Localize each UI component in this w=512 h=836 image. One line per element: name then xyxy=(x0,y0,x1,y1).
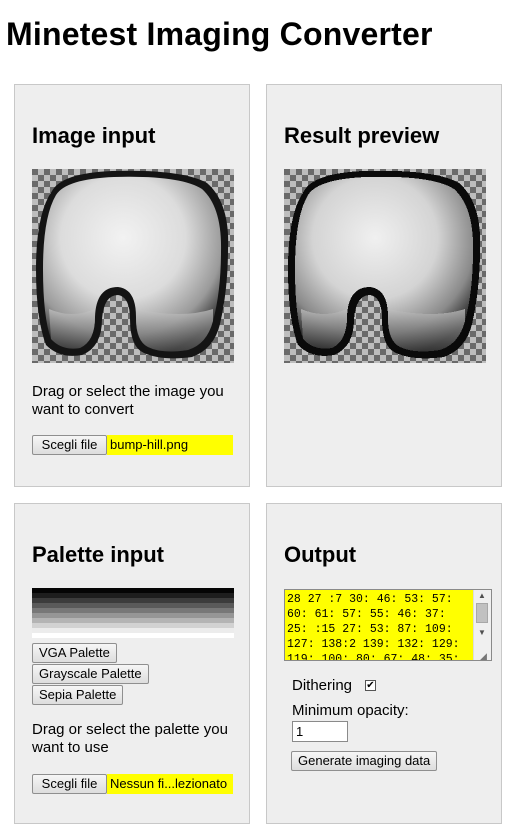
result-image-preview xyxy=(284,169,486,363)
minimum-opacity-input[interactable] xyxy=(292,721,348,742)
page-title: Minetest Imaging Converter xyxy=(6,16,433,52)
image-input-help: Drag or select the image you want to con… xyxy=(32,383,224,418)
hill-result-image xyxy=(288,170,481,359)
palette-swatch-strip xyxy=(32,588,234,638)
resize-grip-icon[interactable]: ◢ xyxy=(480,651,487,662)
output-data-textarea[interactable] xyxy=(284,589,492,661)
image-choose-file-button[interactable]: Scegli file xyxy=(32,435,107,455)
image-file-name: bump-hill.png xyxy=(107,435,233,455)
image-input-panel: Image input Drag or select the image you… xyxy=(14,84,250,487)
result-preview-heading: Result preview xyxy=(284,123,440,148)
scroll-thumb[interactable] xyxy=(476,603,488,623)
grayscale-palette-button[interactable]: Grayscale Palette xyxy=(32,664,149,684)
palette-input-help: Drag or select the palette you want to u… xyxy=(32,721,228,756)
palette-swatch xyxy=(32,633,234,638)
palette-input-panel: Palette input VGA Palette Grayscale Pale… xyxy=(14,503,250,824)
vga-palette-button[interactable]: VGA Palette xyxy=(32,643,117,663)
palette-choose-file-button[interactable]: Scegli file xyxy=(32,774,107,794)
minimum-opacity-label: Minimum opacity: xyxy=(292,702,409,719)
dithering-label: Dithering xyxy=(292,677,353,694)
scroll-down-icon[interactable]: ▼ xyxy=(478,628,486,637)
palette-file-name: Nessun fi...lezionato xyxy=(107,774,233,794)
hill-sprite-image xyxy=(36,170,229,359)
output-panel: Output ▲ ▼ ◢ Dithering ✔ Minimum opacity… xyxy=(266,503,502,824)
dithering-checkbox[interactable]: ✔ xyxy=(365,680,376,691)
image-file-picker[interactable]: Scegli file bump-hill.png xyxy=(32,435,233,455)
sepia-palette-button[interactable]: Sepia Palette xyxy=(32,685,124,705)
palette-file-picker[interactable]: Scegli file Nessun fi...lezionato xyxy=(32,774,233,794)
palette-input-heading: Palette input xyxy=(32,542,165,567)
generate-imaging-data-button[interactable]: Generate imaging data xyxy=(291,751,438,771)
output-heading: Output xyxy=(284,542,357,567)
input-image-preview xyxy=(32,169,234,363)
image-input-heading: Image input xyxy=(32,123,156,148)
result-preview-panel: Result preview xyxy=(266,84,502,487)
scroll-up-icon[interactable]: ▲ xyxy=(478,591,486,600)
output-scrollbar[interactable]: ▲ ▼ xyxy=(473,590,491,660)
